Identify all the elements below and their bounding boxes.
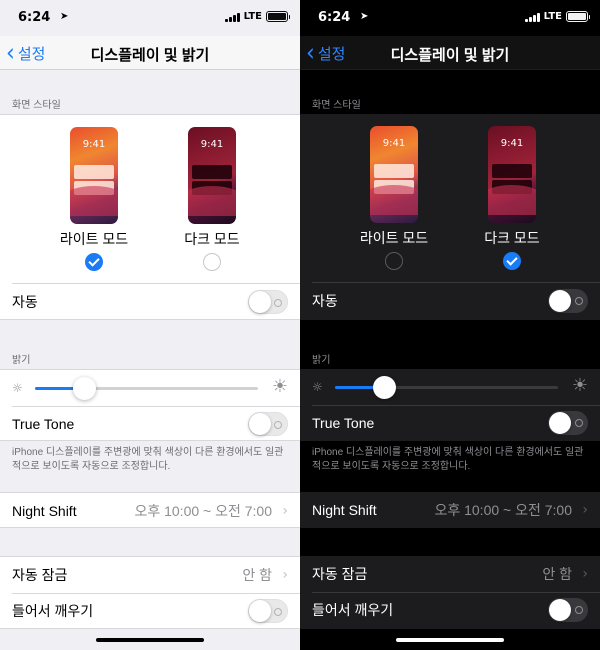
raise-to-wake-label: 들어서 깨우기 — [312, 602, 394, 618]
chevron-right-icon: › — [282, 567, 288, 583]
chevron-right-icon: › — [582, 502, 588, 518]
night-shift-value: 오후 10:00 ~ 오전 7:00 — [134, 503, 272, 519]
lock-group: 자동 잠금 안 함 › 들어서 깨우기 — [300, 556, 600, 629]
true-tone-label: True Tone — [12, 416, 75, 432]
dark-mode-radio-checked[interactable] — [503, 252, 521, 270]
signal-icon — [525, 12, 540, 22]
preview-time: 9:41 — [200, 139, 224, 150]
light-mode-preview[interactable]: 9:41 — [70, 127, 118, 224]
appearance-section-label: 화면 스타일 — [12, 100, 61, 111]
true-tone-label: True Tone — [312, 415, 375, 431]
night-shift-group: Night Shift 오후 10:00 ~ 오전 7:00 › — [300, 492, 600, 528]
page-title: 디스플레이 및 밝기 — [390, 47, 510, 64]
lock-group: 자동 잠금 안 함 › 들어서 깨우기 — [0, 556, 300, 629]
low-brightness-icon: ☼ — [312, 380, 323, 394]
network-label: LTE — [243, 11, 262, 22]
home-indicator[interactable] — [396, 638, 504, 642]
raise-to-wake-toggle[interactable] — [248, 599, 288, 623]
status-time: 6:24 — [18, 10, 51, 25]
high-brightness-icon: ☀ — [571, 375, 588, 396]
auto-label: 자동 — [12, 294, 38, 310]
night-shift-label: Night Shift — [312, 502, 377, 518]
light-mode-radio-checked[interactable] — [85, 253, 103, 271]
light-mode-label: 라이트 모드 — [59, 231, 129, 247]
true-tone-toggle[interactable] — [548, 411, 588, 435]
auto-label: 자동 — [312, 293, 338, 309]
navigation-bar: ‹ 설정 디스플레이 및 밝기 — [0, 36, 300, 70]
chevron-right-icon: › — [582, 566, 588, 582]
true-tone-footnote: iPhone 디스플레이를 주변광에 맞춰 색상이 다른 환경에서도 일관적으로… — [312, 447, 584, 472]
auto-row: 자동 — [300, 283, 600, 319]
light-mode-screen: 6:24 ➤ LTE ‹ 설정 디스플레이 및 밝기 화면 스타일 9:41 9… — [0, 0, 300, 650]
appearance-group: 9:41 9:41 라이트 모드 다크 모드 자동 — [0, 114, 300, 320]
status-bar: 6:24 ➤ LTE — [0, 0, 300, 36]
raise-to-wake-label: 들어서 깨우기 — [12, 603, 94, 619]
navigation-bar: ‹ 설정 디스플레이 및 밝기 — [300, 36, 600, 70]
status-bar: 6:24 ➤ LTE — [300, 0, 600, 36]
location-arrow-icon: ➤ — [60, 11, 69, 22]
auto-toggle[interactable] — [248, 290, 288, 314]
location-arrow-icon: ➤ — [360, 11, 369, 22]
night-shift-value: 오후 10:00 ~ 오전 7:00 — [434, 502, 572, 518]
brightness-section-label: 밝기 — [12, 355, 31, 366]
raise-to-wake-row: 들어서 깨우기 — [300, 592, 600, 628]
network-label: LTE — [543, 11, 562, 22]
preview-time: 9:41 — [500, 138, 524, 149]
appearance-group: 9:41 9:41 라이트 모드 다크 모드 자동 — [300, 114, 600, 320]
auto-lock-row[interactable]: 자동 잠금 안 함 › — [300, 556, 600, 592]
auto-lock-label: 자동 잠금 — [12, 567, 68, 583]
dark-mode-label: 다크 모드 — [184, 231, 240, 247]
dark-mode-screen: 6:24 ➤ LTE ‹ 설정 디스플레이 및 밝기 화면 스타일 9:41 9… — [300, 0, 600, 650]
preview-time: 9:41 — [382, 138, 406, 149]
high-brightness-icon: ☀ — [271, 376, 288, 397]
brightness-section-label: 밝기 — [312, 355, 331, 366]
appearance-section-label: 화면 스타일 — [312, 100, 361, 111]
page-title: 디스플레이 및 밝기 — [90, 47, 210, 64]
auto-row: 자동 — [0, 284, 300, 320]
night-shift-row[interactable]: Night Shift 오후 10:00 ~ 오전 7:00 › — [0, 493, 300, 529]
auto-lock-value: 안 함 — [542, 566, 572, 582]
raise-to-wake-row: 들어서 깨우기 — [0, 593, 300, 629]
dark-mode-label: 다크 모드 — [484, 230, 540, 246]
signal-icon — [225, 12, 240, 22]
brightness-group: ☼ ☀ True Tone — [0, 369, 300, 441]
dark-mode-preview[interactable]: 9:41 — [188, 127, 236, 224]
dark-mode-radio[interactable] — [203, 253, 221, 271]
true-tone-toggle[interactable] — [248, 412, 288, 436]
battery-icon — [266, 11, 290, 22]
light-mode-preview[interactable]: 9:41 — [370, 126, 418, 223]
auto-lock-value: 안 함 — [242, 567, 272, 583]
battery-icon — [566, 11, 590, 22]
auto-lock-row[interactable]: 자동 잠금 안 함 › — [0, 557, 300, 593]
true-tone-row: True Tone — [300, 405, 600, 441]
side-by-side-screens: 6:24 ➤ LTE ‹ 설정 디스플레이 및 밝기 화면 스타일 9:41 9… — [0, 0, 600, 650]
night-shift-row[interactable]: Night Shift 오후 10:00 ~ 오전 7:00 › — [300, 492, 600, 528]
night-shift-label: Night Shift — [12, 503, 77, 519]
night-shift-group: Night Shift 오후 10:00 ~ 오전 7:00 › — [0, 492, 300, 528]
brightness-slider-thumb[interactable] — [373, 376, 397, 399]
chevron-right-icon: › — [282, 503, 288, 519]
light-mode-label: 라이트 모드 — [359, 230, 429, 246]
raise-to-wake-toggle[interactable] — [548, 598, 588, 622]
low-brightness-icon: ☼ — [12, 381, 23, 395]
true-tone-row: True Tone — [0, 406, 300, 442]
true-tone-footnote: iPhone 디스플레이를 주변광에 맞춰 색상이 다른 환경에서도 일관적으로… — [12, 447, 284, 472]
brightness-slider-thumb[interactable] — [73, 377, 97, 400]
brightness-slider[interactable] — [35, 377, 258, 400]
auto-lock-label: 자동 잠금 — [312, 566, 368, 582]
home-indicator[interactable] — [96, 638, 204, 642]
dark-mode-preview[interactable]: 9:41 — [488, 126, 536, 223]
light-mode-radio[interactable] — [385, 252, 403, 270]
preview-time: 9:41 — [82, 139, 106, 150]
brightness-group: ☼ ☀ True Tone — [300, 369, 600, 441]
status-time: 6:24 — [318, 10, 351, 25]
brightness-slider[interactable] — [335, 376, 558, 399]
auto-toggle[interactable] — [548, 289, 588, 313]
